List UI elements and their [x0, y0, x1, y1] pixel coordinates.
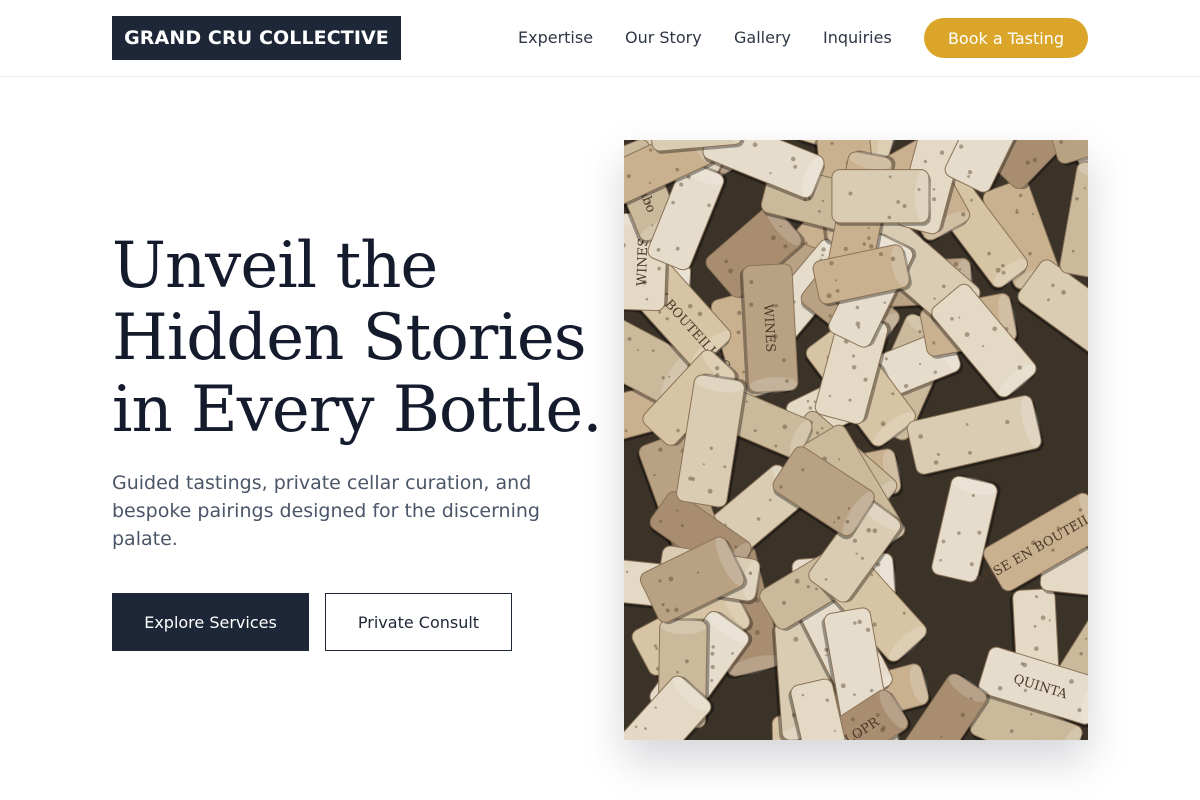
explore-services-button[interactable]: Explore Services: [112, 593, 309, 651]
hero-subtitle: Guided tastings, private cellar curation…: [112, 472, 540, 550]
cork: WINES: [739, 263, 799, 395]
nav-expertise[interactable]: Expertise: [518, 18, 593, 58]
nav-inquiries[interactable]: Inquiries: [823, 18, 892, 58]
cork: [831, 169, 931, 226]
brand-logo[interactable]: GRAND CRU COLLECTIVE: [112, 16, 401, 60]
cork-print: WINES: [760, 304, 778, 353]
nav-our-story[interactable]: Our Story: [625, 18, 702, 58]
site-header: GRAND CRU COLLECTIVE Expertise Our Story…: [0, 0, 1200, 77]
private-consult-button[interactable]: Private Consult: [325, 593, 512, 651]
hero-title-line-1: Unveil the: [112, 229, 438, 303]
nav-gallery[interactable]: Gallery: [734, 18, 791, 58]
hero-title: Unveil the Hidden Stories in Every Bottl…: [112, 230, 612, 446]
hero-image-corks: RALLOMis enQUINTAJ.LOPRMISE EN BOUTEILLE…: [624, 140, 1088, 740]
book-tasting-button[interactable]: Book a Tasting: [924, 18, 1088, 58]
cork-print: WINES: [635, 238, 652, 287]
hero-title-line-2: Hidden Stories: [112, 301, 587, 375]
hero-title-line-3: in Every Bottle.: [112, 373, 603, 447]
cork-pile-illustration: RALLOMis enQUINTAJ.LOPRMISE EN BOUTEILLE…: [624, 140, 1088, 740]
